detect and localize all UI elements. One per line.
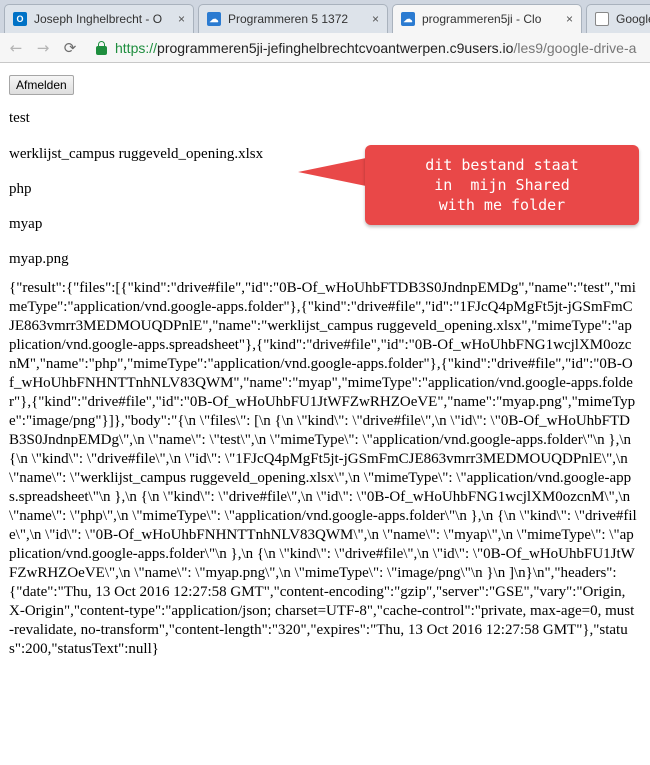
reload-icon[interactable]: ⟳ xyxy=(59,39,81,57)
url-path: /les9/google-drive-a xyxy=(513,40,637,56)
url-scheme: https:// xyxy=(115,40,158,56)
outlook-icon: O xyxy=(13,12,27,26)
callout-pointer xyxy=(298,158,366,186)
document-icon xyxy=(595,12,609,26)
file-name: myap xyxy=(9,216,43,232)
tab-strip: O Joseph Inghelbrecht - O × ☁ Programmer… xyxy=(0,0,650,33)
logout-button[interactable]: Afmelden xyxy=(9,75,74,95)
file-name: test xyxy=(9,110,30,126)
tab-title: Google D xyxy=(616,12,650,26)
address-bar[interactable]: https:// programmeren5ji-jefinghelbrecht… xyxy=(92,36,650,60)
file-name: php xyxy=(9,181,32,197)
forward-icon[interactable]: → xyxy=(32,39,54,57)
browser-toolbar: ← → ⟳ https:// programmeren5ji-jefinghel… xyxy=(0,33,650,63)
file-name: myap.png xyxy=(9,251,69,267)
tab-title: Programmeren 5 1372 xyxy=(228,12,349,26)
tab-google-docs[interactable]: Google D xyxy=(586,4,650,33)
json-output: {"result":{"files":[{"kind":"drive#file"… xyxy=(9,280,637,657)
lock-icon xyxy=(96,40,107,55)
close-icon[interactable]: × xyxy=(178,12,185,26)
tab-programmeren[interactable]: ☁ Programmeren 5 1372 × xyxy=(198,4,388,33)
close-icon[interactable]: × xyxy=(372,12,379,26)
tab-title: Joseph Inghelbrecht - O xyxy=(34,12,163,26)
url-host: programmeren5ji-jefinghelbrechtcvoantwer… xyxy=(157,40,514,56)
page-content: Afmelden test werklijst_campus ruggeveld… xyxy=(0,64,650,765)
cloud9-icon: ☁ xyxy=(401,12,415,26)
tab-cloud9-active[interactable]: ☁ programmeren5ji - Clo × xyxy=(392,4,582,33)
cloud9-icon: ☁ xyxy=(207,12,221,26)
close-icon[interactable]: × xyxy=(566,12,573,26)
file-name: werklijst_campus ruggeveld_opening.xlsx xyxy=(9,146,264,162)
back-icon[interactable]: ← xyxy=(5,39,27,57)
annotation-callout: dit bestand staat in mijn Shared with me… xyxy=(365,145,639,225)
tab-outlook[interactable]: O Joseph Inghelbrecht - O × xyxy=(4,4,194,33)
tab-title: programmeren5ji - Clo xyxy=(422,12,542,26)
